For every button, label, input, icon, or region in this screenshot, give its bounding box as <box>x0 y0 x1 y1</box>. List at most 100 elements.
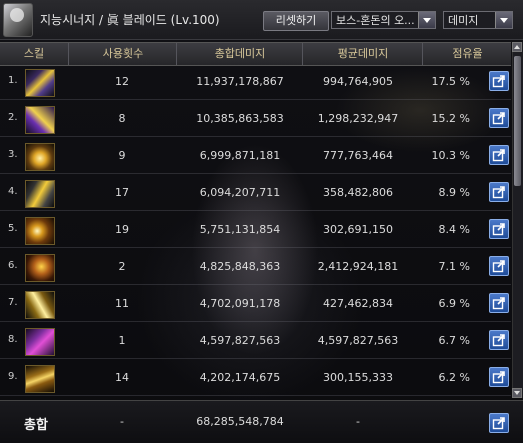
share-percent-cell: 6.7 % <box>438 334 470 347</box>
total-avg-cell: - <box>356 415 360 428</box>
share-button[interactable] <box>489 413 509 433</box>
arrow-up-icon[interactable] <box>512 42 522 52</box>
share-icon <box>492 149 505 162</box>
avg-damage-cell: 358,482,806 <box>323 186 393 199</box>
share-button[interactable] <box>489 108 509 128</box>
uses-cell: 12 <box>115 75 129 88</box>
rank-number: 6. <box>8 260 18 271</box>
share-button[interactable] <box>489 330 509 350</box>
share-icon <box>492 334 505 347</box>
skill-icon <box>25 291 55 319</box>
skill-icon <box>25 328 55 356</box>
rank-number: 4. <box>8 186 18 197</box>
skill-damage-panel: 지능시너지 / 眞 블레이드 (Lv.100) 리셋하기 보스-혼돈의 오...… <box>0 0 523 443</box>
total-damage-cell: 4,597,827,563 <box>199 334 281 347</box>
table-row: 5. 19 5,751,131,854 302,691,150 8.4 % <box>0 213 511 248</box>
rank-number: 9. <box>8 371 18 382</box>
uses-cell: 1 <box>118 334 126 347</box>
table-header: 스킬 사용횟수 총합데미지 평균데미지 점유율 <box>0 42 511 66</box>
total-damage-cell: 5,751,131,854 <box>199 223 281 236</box>
metric-select-value: 데미지 <box>448 14 479 27</box>
avg-damage-cell: 994,764,905 <box>323 75 393 88</box>
total-damage-cell: 11,937,178,867 <box>196 75 284 88</box>
share-button[interactable] <box>489 145 509 165</box>
arrow-down-icon[interactable] <box>512 388 522 398</box>
metric-select[interactable]: 데미지 <box>443 11 513 29</box>
share-icon <box>492 186 505 199</box>
table-row: 4. 17 6,094,207,711 358,482,806 8.9 % <box>0 176 511 211</box>
share-percent-cell: 7.1 % <box>438 260 470 273</box>
dungeon-select-value: 보스-혼돈의 오... <box>336 14 415 27</box>
character-avatar <box>3 3 33 37</box>
table-row: 6. 2 4,825,848,363 2,412,924,181 7.1 % <box>0 250 511 285</box>
table-row: 2. 8 10,385,863,583 1,298,232,947 15.2 % <box>0 102 511 137</box>
column-header-share: 점유율 <box>422 43 512 65</box>
total-damage-cell: 6,999,871,181 <box>199 149 281 162</box>
table-row: 7. 11 4,702,091,178 427,462,834 6.9 % <box>0 287 511 322</box>
share-icon <box>492 371 505 384</box>
rank-number: 5. <box>8 223 18 234</box>
dungeon-select[interactable]: 보스-혼돈의 오... <box>331 11 436 29</box>
skill-icon <box>25 69 55 97</box>
table-row: 8. 1 4,597,827,563 4,597,827,563 6.7 % <box>0 324 511 359</box>
share-button[interactable] <box>489 71 509 91</box>
total-damage-cell: 6,094,207,711 <box>199 186 281 199</box>
table-row: 3. 9 6,999,871,181 777,763,464 10.3 % <box>0 139 511 174</box>
total-damage-cell: 4,202,174,675 <box>199 371 281 384</box>
character-title: 지능시너지 / 眞 블레이드 (Lv.100) <box>40 13 220 27</box>
share-button[interactable] <box>489 182 509 202</box>
avg-damage-cell: 1,298,232,947 <box>317 112 399 125</box>
skill-icon <box>25 217 55 245</box>
total-damage-sum: 68,285,548,784 <box>196 415 284 428</box>
total-damage-cell: 4,702,091,178 <box>199 297 281 310</box>
reset-button[interactable]: 리셋하기 <box>263 11 329 31</box>
panel-header: 지능시너지 / 眞 블레이드 (Lv.100) 리셋하기 보스-혼돈의 오...… <box>0 0 523 40</box>
share-percent-cell: 15.2 % <box>431 112 470 125</box>
share-button[interactable] <box>489 219 509 239</box>
avg-damage-cell: 777,763,464 <box>323 149 393 162</box>
share-percent-cell: 6.9 % <box>438 297 470 310</box>
chevron-down-icon[interactable] <box>418 12 435 28</box>
rank-number: 2. <box>8 112 18 123</box>
rank-number: 8. <box>8 334 18 345</box>
table-row: 9. 14 4,202,174,675 300,155,333 6.2 % <box>0 361 511 396</box>
share-button[interactable] <box>489 256 509 276</box>
uses-cell: 19 <box>115 223 129 236</box>
share-percent-cell: 6.2 % <box>438 371 470 384</box>
total-row: 총합 - 68,285,548,784 - <box>0 400 523 443</box>
avg-damage-cell: 4,597,827,563 <box>317 334 399 347</box>
share-icon <box>492 112 505 125</box>
avg-damage-cell: 427,462,834 <box>323 297 393 310</box>
column-header-total: 총합데미지 <box>176 43 303 65</box>
share-button[interactable] <box>489 367 509 387</box>
chevron-down-icon[interactable] <box>495 12 512 28</box>
skill-icon <box>25 365 55 393</box>
share-icon <box>492 223 505 236</box>
avg-damage-cell: 2,412,924,181 <box>317 260 399 273</box>
avg-damage-cell: 300,155,333 <box>323 371 393 384</box>
scrollbar-thumb[interactable] <box>514 56 521 186</box>
skill-icon <box>25 180 55 208</box>
avg-damage-cell: 302,691,150 <box>323 223 393 236</box>
share-percent-cell: 17.5 % <box>431 75 470 88</box>
share-icon <box>492 297 505 310</box>
total-uses-cell: - <box>120 415 124 428</box>
share-percent-cell: 10.3 % <box>431 149 470 162</box>
skill-icon <box>25 254 55 282</box>
total-label: 총합 <box>24 418 48 433</box>
uses-cell: 2 <box>118 260 126 273</box>
share-percent-cell: 8.9 % <box>438 186 470 199</box>
rank-number: 3. <box>8 149 18 160</box>
uses-cell: 17 <box>115 186 129 199</box>
table-row: 1. 12 11,937,178,867 994,764,905 17.5 % <box>0 65 511 100</box>
share-button[interactable] <box>489 293 509 313</box>
share-percent-cell: 8.4 % <box>438 223 470 236</box>
column-header-avg: 평균데미지 <box>302 43 423 65</box>
uses-cell: 8 <box>118 112 126 125</box>
column-header-skill: 스킬 <box>23 47 45 60</box>
column-header-uses: 사용횟수 <box>68 43 177 65</box>
total-damage-cell: 10,385,863,583 <box>196 112 284 125</box>
uses-cell: 9 <box>118 149 126 162</box>
share-icon <box>492 417 505 430</box>
share-icon <box>492 260 505 273</box>
